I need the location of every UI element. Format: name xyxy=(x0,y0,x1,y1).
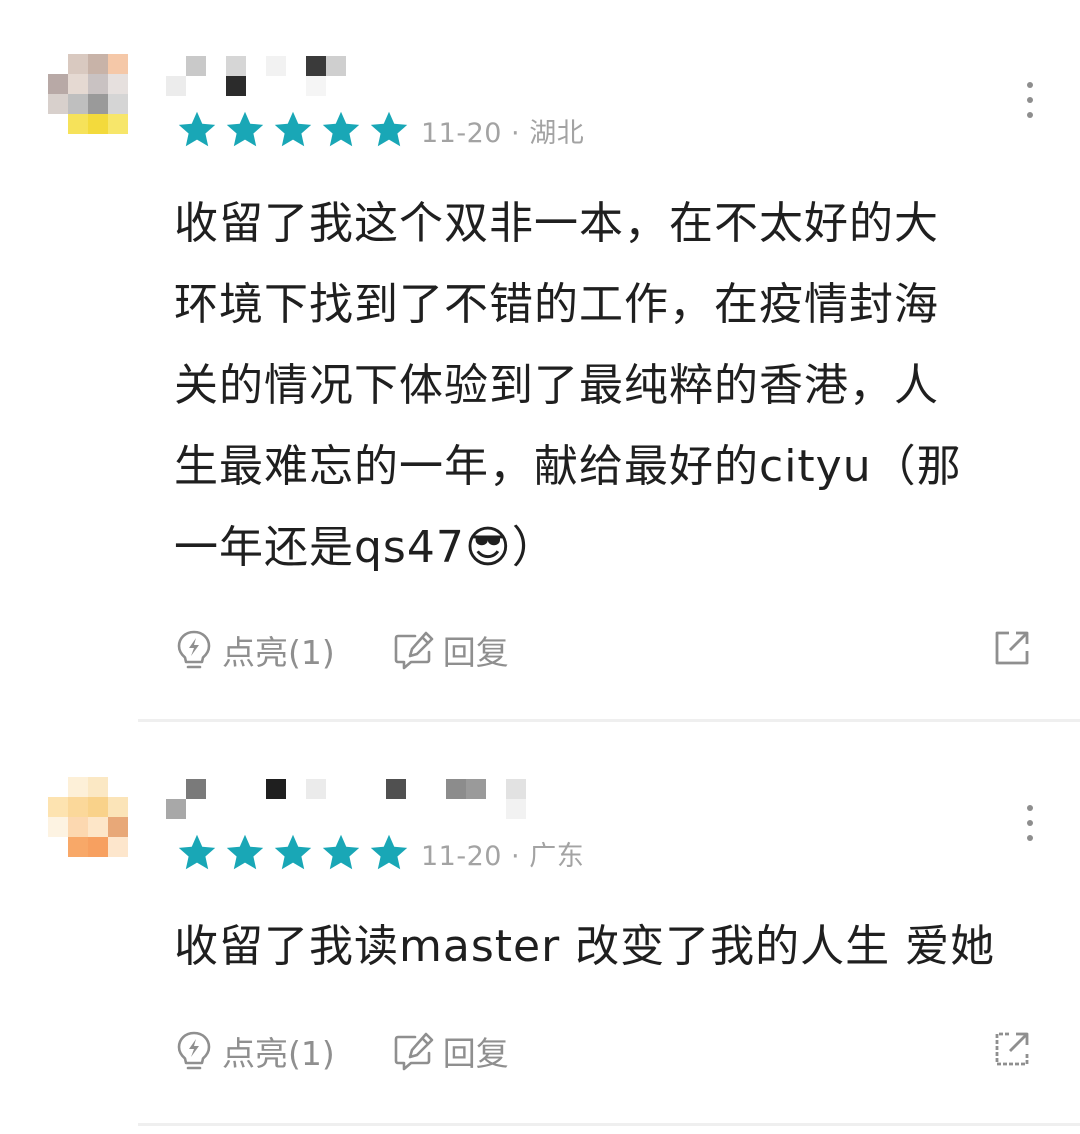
star-icon xyxy=(175,109,219,151)
edit-reply-icon xyxy=(394,1032,434,1071)
comment-line: 生最难忘的一年，献给最好的cityu（那 xyxy=(174,441,962,492)
more-vertical-icon xyxy=(1027,82,1033,88)
comment-card: 11-20 · 湖北 收留了我这个双非一本，在不太好的大 环境下找到了不错的工作… xyxy=(0,0,1080,723)
comment-line: 一年还是qs47😎） xyxy=(174,522,557,573)
comment-date-location: 11-20 · 湖北 xyxy=(421,117,585,149)
comment-text: 收留了我这个双非一本，在不太好的大 环境下找到了不错的工作，在疫情封海 关的情况… xyxy=(174,183,1004,588)
username-blurred[interactable] xyxy=(166,54,546,96)
comment-card: 11-20 · 广东 收留了我读master 改变了我的人生 爱她 点亮(1) … xyxy=(0,723,1080,1134)
star-icon xyxy=(271,109,315,151)
star-icon xyxy=(271,832,315,874)
reply-label: 回复 xyxy=(442,1034,509,1073)
avatar[interactable] xyxy=(48,54,128,134)
rating-row: 11-20 · 湖北 xyxy=(175,108,584,152)
comment-text: 收留了我读master 改变了我的人生 爱她 xyxy=(174,906,1004,987)
more-options-button[interactable] xyxy=(1018,805,1042,841)
star-rating xyxy=(175,832,411,874)
more-vertical-icon xyxy=(1027,805,1033,811)
reply-label: 回复 xyxy=(442,633,509,672)
reply-button[interactable]: 回复 xyxy=(393,1027,509,1075)
action-bar: 点亮(1) 回复 xyxy=(176,1029,509,1073)
star-icon xyxy=(319,109,363,151)
star-icon xyxy=(319,832,363,874)
lightbulb-icon xyxy=(177,630,211,669)
star-rating xyxy=(175,109,411,151)
star-icon xyxy=(223,832,267,874)
star-icon xyxy=(175,832,219,874)
star-icon xyxy=(223,109,267,151)
more-options-button[interactable] xyxy=(1018,82,1042,118)
divider xyxy=(138,1123,1080,1126)
username-blurred[interactable] xyxy=(166,777,546,819)
star-icon xyxy=(367,109,411,151)
lightbulb-icon xyxy=(177,1031,211,1070)
comment-line: 环境下找到了不错的工作，在疫情封海 xyxy=(174,279,939,330)
like-label: 点亮(1) xyxy=(222,633,335,672)
rating-row: 11-20 · 广东 xyxy=(175,831,584,875)
share-button[interactable] xyxy=(992,628,1032,668)
share-button[interactable] xyxy=(992,1029,1032,1069)
divider xyxy=(138,719,1080,722)
comment-line: 关的情况下体验到了最纯粹的香港，人 xyxy=(174,360,939,411)
share-external-icon xyxy=(995,1032,1029,1066)
action-bar: 点亮(1) 回复 xyxy=(176,628,509,672)
star-icon xyxy=(367,832,411,874)
edit-reply-icon xyxy=(394,631,434,670)
like-label: 点亮(1) xyxy=(222,1034,335,1073)
like-button[interactable]: 点亮(1) xyxy=(176,626,335,674)
reply-button[interactable]: 回复 xyxy=(393,626,509,674)
share-external-icon xyxy=(995,631,1029,665)
like-button[interactable]: 点亮(1) xyxy=(176,1027,335,1075)
comment-line: 收留了我读master 改变了我的人生 爱她 xyxy=(174,921,996,972)
comment-line: 收留了我这个双非一本，在不太好的大 xyxy=(174,198,939,249)
comment-date-location: 11-20 · 广东 xyxy=(421,840,585,872)
avatar[interactable] xyxy=(48,777,128,857)
